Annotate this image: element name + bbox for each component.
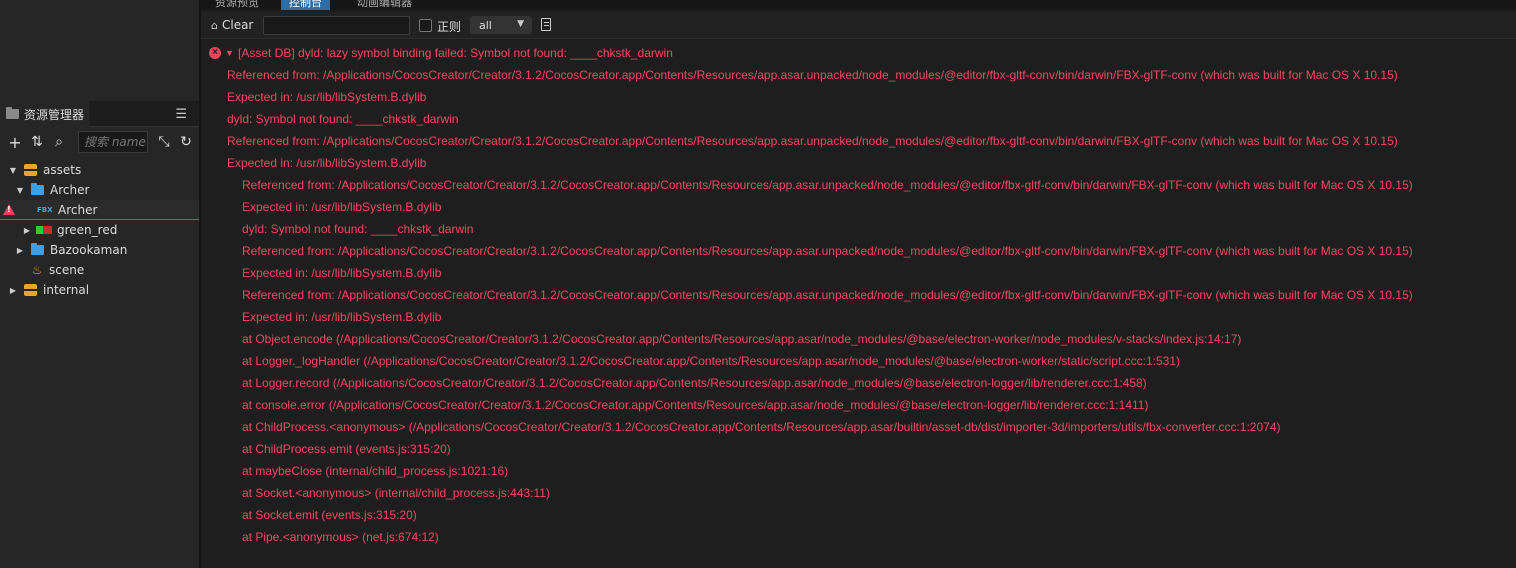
log-line: at maybeClose (internal/child_process.js… xyxy=(242,464,509,478)
log-line: Referenced from: /Applications/CocosCrea… xyxy=(242,288,1413,302)
log-line: at Socket.<anonymous> (internal/child_pr… xyxy=(242,486,550,500)
database-icon xyxy=(24,284,37,296)
sort-icon[interactable]: ⇅ xyxy=(28,134,46,150)
console-log: × ▼ [Asset DB] dyld: lazy symbol binding… xyxy=(201,42,1516,548)
broom-icon: ⌂ xyxy=(211,18,218,32)
tree-item-assets[interactable]: ▼ assets xyxy=(0,160,199,180)
log-line: dyld: Symbol not found: ____chkstk_darwi… xyxy=(227,112,459,126)
tree-item-label: green_red xyxy=(57,223,118,237)
console-panel: 资源预览 控制台 动画编辑器 ⌂ Clear 正则 all ▼ × ▼ [Ass… xyxy=(201,0,1516,568)
tab-label: 资源预览 xyxy=(215,0,259,9)
regex-label: 正则 xyxy=(437,20,462,34)
log-line: Referenced from: /Applications/CocosCrea… xyxy=(227,68,1398,82)
asset-tree: ▼ assets ▼ Archer FBX Archer ▶ green_red… xyxy=(0,160,199,300)
database-icon xyxy=(24,164,37,176)
tree-item-label: Archer xyxy=(50,183,90,197)
log-line: at console.error (/Applications/CocosCre… xyxy=(242,398,1149,412)
hamburger-icon[interactable]: ☰ xyxy=(175,107,187,122)
tab-animation-editor[interactable]: 动画编辑器 xyxy=(349,0,420,10)
chevron-right-icon[interactable]: ▶ xyxy=(8,286,18,295)
tree-item-label: Archer xyxy=(58,202,98,217)
log-line: Expected in: /usr/lib/libSystem.B.dylib xyxy=(227,156,427,170)
console-toolbar: ⌂ Clear 正则 all ▼ xyxy=(201,12,1516,39)
chevron-right-icon[interactable]: ▶ xyxy=(22,226,32,235)
tab-label: 动画编辑器 xyxy=(357,0,412,9)
log-line: at ChildProcess.<anonymous> (/Applicatio… xyxy=(242,420,1281,434)
log-line: dyld: Symbol not found: ____chkstk_darwi… xyxy=(242,222,474,236)
log-line: at Logger.record (/Applications/CocosCre… xyxy=(242,376,1147,390)
log-line: Referenced from: /Applications/CocosCrea… xyxy=(242,178,1413,192)
folder-icon xyxy=(6,107,19,119)
log-lines: Referenced from: /Applications/CocosCrea… xyxy=(201,64,1516,548)
tab-console[interactable]: 控制台 xyxy=(281,0,330,10)
chevron-down-icon[interactable]: ▼ xyxy=(8,166,18,175)
asset-manager-panel: 资源管理器 ☰ + ⇅ ⌕ ⤡ ↻ ▼ assets ▼ Archer FBX … xyxy=(0,0,199,568)
log-level-value: all xyxy=(479,18,492,32)
chevron-right-icon[interactable]: ▶ xyxy=(15,246,25,255)
tab-asset-manager[interactable]: 资源管理器 xyxy=(0,101,89,127)
tree-item-internal[interactable]: ▶ internal xyxy=(0,280,199,300)
chevron-down-icon: ▼ xyxy=(517,19,524,29)
collapse-icon[interactable]: ⤡ xyxy=(155,134,173,150)
log-line: at Logger._logHandler (/Applications/Coc… xyxy=(242,354,1180,368)
folder-icon xyxy=(31,243,44,255)
log-head-text: [Asset DB] dyld: lazy symbol binding fai… xyxy=(238,46,673,60)
log-line: Referenced from: /Applications/CocosCrea… xyxy=(242,244,1413,258)
filter-input[interactable] xyxy=(263,16,410,35)
asset-toolbar: + ⇅ ⌕ ⤡ ↻ xyxy=(0,128,199,156)
tree-item-archer-folder[interactable]: ▼ Archer xyxy=(0,180,199,200)
log-line: Expected in: /usr/lib/libSystem.B.dylib xyxy=(242,310,442,324)
material-icon xyxy=(36,226,52,234)
clear-label: Clear xyxy=(221,18,254,32)
tab-bar: 资源预览 控制台 动画编辑器 xyxy=(201,0,1516,10)
clear-button[interactable]: ⌂ Clear xyxy=(211,18,253,32)
log-line: at Pipe.<anonymous> (net.js:674:12) xyxy=(242,530,439,544)
tree-item-label: internal xyxy=(43,283,90,297)
asset-search-input[interactable] xyxy=(78,131,148,153)
add-icon[interactable]: + xyxy=(6,133,24,152)
log-entry-header[interactable]: × ▼ [Asset DB] dyld: lazy symbol binding… xyxy=(201,42,1516,64)
chevron-down-icon[interactable]: ▼ xyxy=(225,42,234,64)
tree-item-label: Bazookaman xyxy=(50,243,128,257)
refresh-icon[interactable]: ↻ xyxy=(177,134,195,150)
copy-log-icon[interactable] xyxy=(541,18,551,31)
tab-asset-manager-label: 资源管理器 xyxy=(24,107,85,122)
warning-icon xyxy=(3,204,15,215)
error-icon: × xyxy=(209,47,221,59)
tree-item-label: assets xyxy=(43,163,82,177)
chevron-down-icon[interactable]: ▼ xyxy=(15,186,25,195)
folder-icon xyxy=(31,183,44,195)
log-line: at Object.encode (/Applications/CocosCre… xyxy=(242,332,1242,346)
log-line: at Socket.emit (events.js:315:20) xyxy=(242,508,417,522)
search-type-icon[interactable]: ⌕ xyxy=(50,134,68,150)
fbx-icon: FBX xyxy=(37,205,53,214)
log-line: Expected in: /usr/lib/libSystem.B.dylib xyxy=(242,266,442,280)
tree-item-bazookaman[interactable]: ▶ Bazookaman xyxy=(0,240,199,260)
scene-icon: ♨ xyxy=(31,263,43,277)
log-line: Expected in: /usr/lib/libSystem.B.dylib xyxy=(227,90,427,104)
tree-item-green-red[interactable]: ▶ green_red xyxy=(0,220,199,240)
regex-checkbox[interactable] xyxy=(419,19,432,32)
log-line: Referenced from: /Applications/CocosCrea… xyxy=(227,134,1398,148)
log-line: at ChildProcess.emit (events.js:315:20) xyxy=(242,442,451,456)
log-line: Expected in: /usr/lib/libSystem.B.dylib xyxy=(242,200,442,214)
asset-manager-header: 资源管理器 ☰ xyxy=(0,101,199,127)
tree-item-label: scene xyxy=(49,263,85,277)
tab-label: 控制台 xyxy=(289,0,322,9)
tree-item-archer-fbx[interactable]: FBX Archer xyxy=(0,200,199,220)
tab-asset-preview[interactable]: 资源预览 xyxy=(207,0,267,10)
log-level-select[interactable]: all ▼ xyxy=(470,16,532,34)
tree-item-scene[interactable]: ♨ scene xyxy=(0,260,199,280)
